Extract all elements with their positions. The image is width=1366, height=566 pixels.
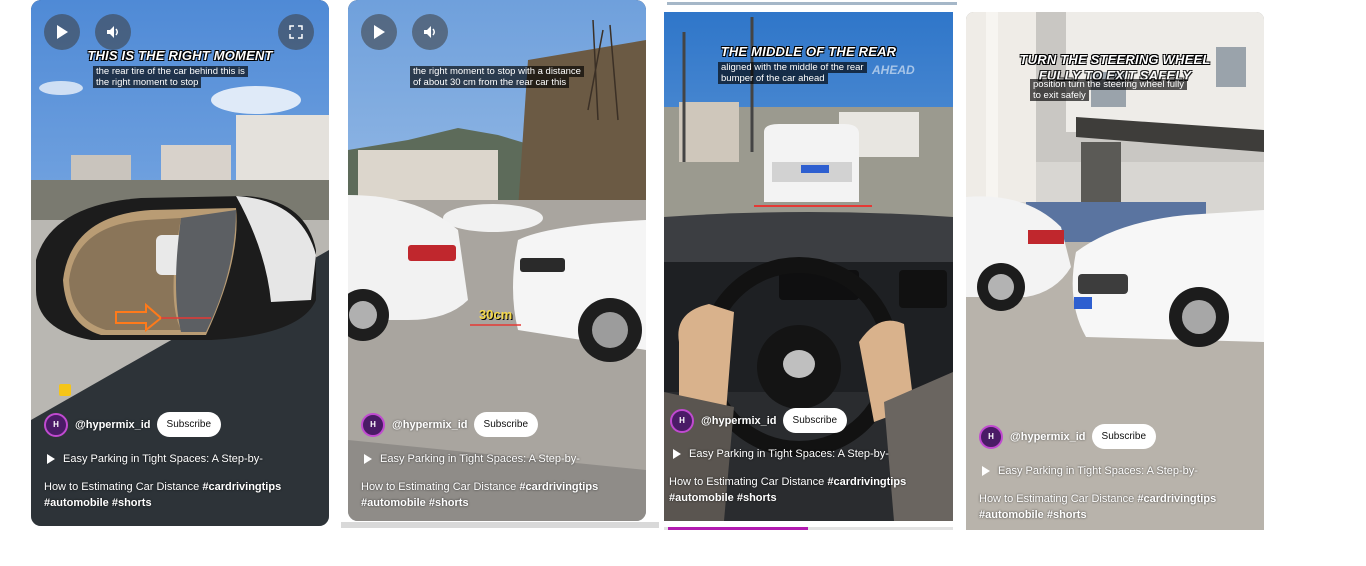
video-description: How to Estimating Car Distance #cardrivi… [979, 491, 1259, 523]
video-overlay-title: TURN THE STEERING WHEEL [1019, 52, 1211, 67]
channel-avatar[interactable]: H [670, 408, 694, 433]
channel-avatar[interactable]: H [979, 424, 1003, 449]
description-text: How to Estimating Car Distance [44, 481, 203, 493]
volume-button[interactable] [412, 14, 448, 50]
subscribe-button[interactable]: Subscribe [156, 412, 221, 437]
play-button[interactable] [44, 14, 80, 50]
hashtag-link[interactable]: #cardrivingtips [202, 481, 281, 493]
channel-row: H @hypermix_id Subscribe [670, 408, 847, 433]
subtitle-line-2: of about 30 cm from the rear car this [410, 77, 570, 88]
short-card-4[interactable]: TURN THE STEERING WHEEL FULLY TO EXIT SA… [966, 12, 1264, 530]
playlist-play-icon [982, 466, 990, 476]
channel-handle[interactable]: @hypermix_id [75, 419, 151, 431]
subtitle-line-2: to exit safely [1030, 90, 1089, 101]
fullscreen-icon [289, 25, 303, 39]
subtitle-line-1: position turn the steering wheel fully [1030, 79, 1188, 90]
subtitle-line-1: the right moment to stop with a distance [410, 66, 584, 77]
channel-row: H @hypermix_id Subscribe [44, 412, 221, 437]
playlist-link[interactable]: Easy Parking in Tight Spaces: A Step-by- [673, 448, 889, 460]
hashtag-link[interactable]: #automobile #shorts [669, 492, 777, 504]
subtitle-line-1: aligned with the middle of the rear [718, 62, 867, 73]
hashtag-link[interactable]: #cardrivingtips [1137, 493, 1216, 505]
short-card-2[interactable]: the right moment to stop with a distance… [348, 0, 646, 521]
volume-icon [107, 26, 118, 38]
scroll-track[interactable] [341, 522, 659, 528]
distance-label: 30cm [479, 307, 513, 322]
playlist-play-icon [673, 449, 681, 459]
hashtag-link[interactable]: #automobile #shorts [44, 497, 152, 509]
short-card-3[interactable]: THE MIDDLE OF THE REAR aligned with the … [664, 12, 953, 521]
channel-avatar[interactable]: H [44, 412, 68, 437]
hashtag-link[interactable]: #cardrivingtips [519, 481, 598, 493]
video-description: How to Estimating Car Distance #cardrivi… [44, 479, 324, 511]
playlist-play-icon [364, 454, 372, 464]
playlist-title: Easy Parking in Tight Spaces: A Step-by- [380, 453, 580, 465]
short-card-1[interactable]: THIS IS THE RIGHT MOMENT the rear tire o… [31, 0, 329, 526]
playlist-title: Easy Parking in Tight Spaces: A Step-by- [689, 448, 889, 460]
channel-handle[interactable]: @hypermix_id [1010, 431, 1086, 443]
progress-fill [668, 527, 808, 530]
hashtag-link[interactable]: #cardrivingtips [827, 476, 906, 488]
hashtag-link[interactable]: #automobile #shorts [361, 497, 469, 509]
subtitle-line-1: the rear tire of the car behind this is [93, 66, 248, 77]
play-icon [57, 25, 68, 39]
video-description: How to Estimating Car Distance #cardrivi… [669, 474, 949, 506]
subscribe-button[interactable]: Subscribe [1091, 424, 1156, 449]
play-button[interactable] [361, 14, 397, 50]
channel-row: H @hypermix_id Subscribe [361, 412, 538, 437]
playlist-title: Easy Parking in Tight Spaces: A Step-by- [998, 465, 1198, 477]
playlist-link[interactable]: Easy Parking in Tight Spaces: A Step-by- [47, 453, 263, 465]
subscribe-button[interactable]: Subscribe [473, 412, 538, 437]
play-icon [374, 25, 385, 39]
description-text: How to Estimating Car Distance [979, 493, 1138, 505]
fullscreen-button[interactable] [278, 14, 314, 50]
subscribe-button[interactable]: Subscribe [782, 408, 847, 433]
video-overlay-title: THE MIDDLE OF THE REAR [720, 44, 897, 59]
progress-strip [667, 2, 957, 5]
channel-avatar[interactable]: H [361, 412, 385, 437]
video-overlay-title: THIS IS THE RIGHT MOMENT [87, 48, 273, 63]
hashtag-link[interactable]: #automobile #shorts [979, 509, 1087, 521]
description-text: How to Estimating Car Distance [669, 476, 828, 488]
subtitle-line-2: bumper of the car ahead [718, 73, 828, 84]
volume-icon [424, 26, 435, 38]
channel-handle[interactable]: @hypermix_id [392, 419, 468, 431]
subtitle-ghost-word: AHEAD [872, 63, 915, 77]
playlist-title: Easy Parking in Tight Spaces: A Step-by- [63, 453, 263, 465]
channel-row: H @hypermix_id Subscribe [979, 424, 1156, 449]
video-description: How to Estimating Car Distance #cardrivi… [361, 479, 641, 511]
playlist-play-icon [47, 454, 55, 464]
description-text: How to Estimating Car Distance [361, 481, 520, 493]
channel-handle[interactable]: @hypermix_id [701, 415, 777, 427]
playlist-link[interactable]: Easy Parking in Tight Spaces: A Step-by- [982, 465, 1198, 477]
video-frame-3 [664, 12, 953, 521]
playlist-link[interactable]: Easy Parking in Tight Spaces: A Step-by- [364, 453, 580, 465]
volume-button[interactable] [95, 14, 131, 50]
subtitle-line-2: the right moment to stop [93, 77, 202, 88]
